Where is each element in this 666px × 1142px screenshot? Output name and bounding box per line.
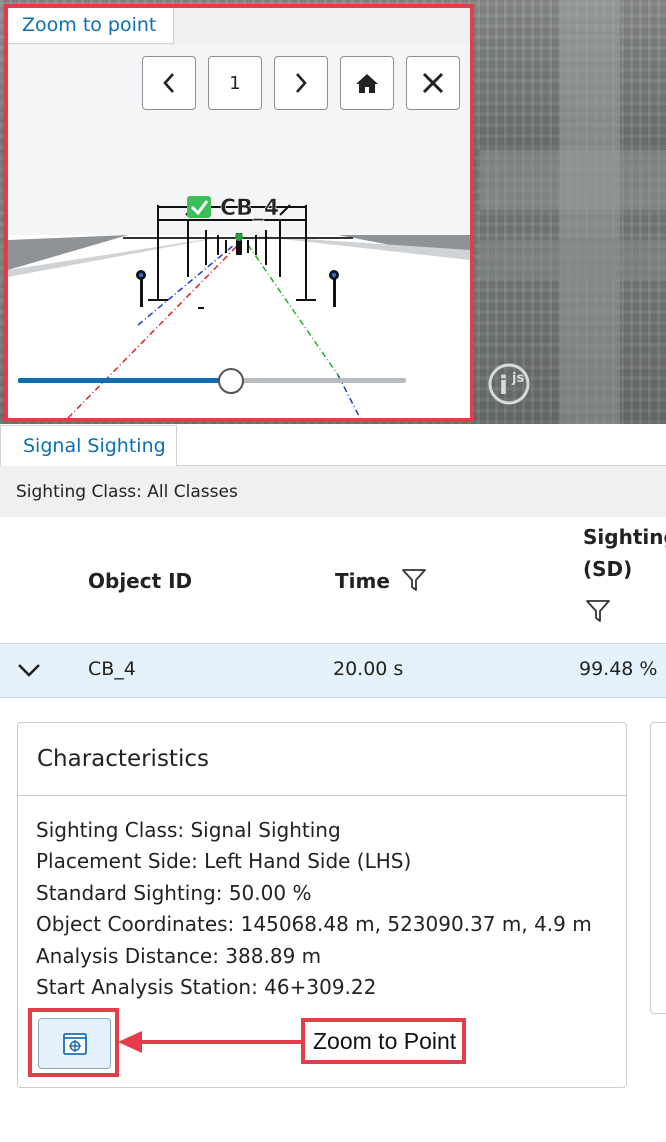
characteristic-start-station: Start Analysis Station: 46+309.22 [36,975,377,999]
home-icon [356,74,378,93]
characteristic-analysis-distance: Analysis Distance: 388.89 m [36,944,322,968]
zoom-to-point-panel: Zoom to point CB_4 1 [4,4,474,422]
zoom-to-point-button[interactable] [38,1018,111,1069]
tab-signal-sighting[interactable]: Signal Sighting [0,425,177,466]
map-texture [480,240,666,280]
tab-zoom-to-point[interactable]: Zoom to point [8,8,174,44]
zoom-button-highlight [28,1008,119,1077]
table-header: Object ID Time Sighting (SD) [0,517,666,644]
characteristic-standard-sighting: Standard Sighting: 50.00 % [36,881,312,905]
characteristic-placement-side: Placement Side: Left Hand Side (LHS) [36,849,412,873]
zoom-to-point-icon [62,1032,87,1055]
characteristic-sighting-class: Sighting Class: Signal Sighting [36,818,341,842]
column-header-sighting[interactable]: Sighting [583,525,666,549]
time-slider-fill [18,378,232,383]
characteristic-object-coordinates: Object Coordinates: 145068.48 m, 523090.… [36,912,592,936]
svg-text:i: i [499,371,508,401]
map-texture [560,0,620,424]
callout-label: Zoom to Point [301,1018,466,1064]
home-button[interactable] [340,56,394,110]
cell-object-id: CB_4 [88,658,136,680]
column-header-time[interactable]: Time [335,569,390,593]
chevron-right-icon [296,73,307,93]
chevron-down-icon[interactable] [16,658,42,682]
signal-object-marker [235,233,243,255]
scene-object-label: CB_4 [220,196,279,221]
sighting-class-filter: Sighting Class: All Classes [0,466,666,517]
callout-arrow-icon [118,1031,304,1053]
cell-sighting: 99.48 % [579,658,658,680]
characteristics-header: Characteristics [17,722,627,796]
close-button[interactable] [406,56,460,110]
arcgis-js-logo-icon: i js [488,363,530,405]
table-row[interactable]: CB_4 20.00 s 99.48 % [0,644,666,698]
filter-icon[interactable] [401,567,427,593]
previous-button[interactable] [142,56,196,110]
filter-icon[interactable] [585,598,611,624]
map-texture [480,150,666,210]
svg-text:js: js [511,371,524,386]
close-icon [422,72,444,94]
chevron-left-icon [163,73,174,93]
next-button[interactable] [274,56,328,110]
column-header-sighting-sd: (SD) [583,557,633,581]
column-header-object-id[interactable]: Object ID [88,569,192,593]
page-number-label: 1 [229,72,241,94]
cell-time: 20.00 s [333,658,404,680]
adjacent-card-edge [650,722,666,1014]
page-number[interactable]: 1 [208,56,262,110]
